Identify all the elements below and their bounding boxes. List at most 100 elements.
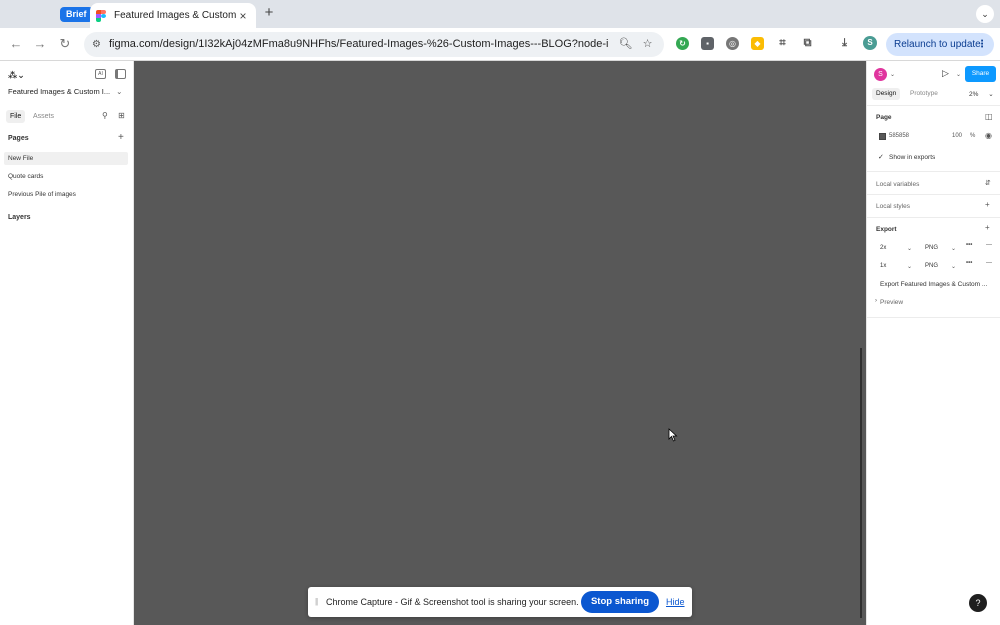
chevron-down-icon[interactable]: ⌄: [956, 71, 961, 78]
close-tab-icon[interactable]: ×: [236, 9, 250, 23]
forward-arrow-icon[interactable]: →: [32, 36, 48, 52]
divider: [867, 105, 1000, 106]
back-arrow-icon[interactable]: ←: [8, 36, 24, 52]
relaunch-label: Relaunch to update: [894, 39, 981, 50]
bookmark-star-icon[interactable]: ☆: [640, 37, 655, 52]
tab-title: Featured Images & Custom Im: [114, 10, 236, 21]
site-settings-icon[interactable]: ⚙: [90, 38, 103, 51]
chevron-down-icon[interactable]: ⌄: [890, 71, 895, 78]
divider: [867, 217, 1000, 218]
divider: [867, 194, 1000, 195]
url-text[interactable]: figma.com/design/1I32kAj04zMFma8u9NHFhs/…: [109, 38, 609, 50]
tab-search-chevron-icon[interactable]: ⌄: [976, 5, 994, 23]
user-avatar[interactable]: S: [874, 68, 887, 81]
file-name[interactable]: Featured Images & Custom I... ⌄: [8, 87, 122, 96]
divider: [867, 317, 1000, 318]
browser-tabstrip: Brief Featured Images & Custom Im × + ⌄: [0, 0, 1000, 28]
zoom-magnifier-icon[interactable]: 🔍︎: [618, 37, 633, 52]
drag-handle-icon[interactable]: ||: [315, 597, 318, 606]
figma-main-menu-icon[interactable]: ⁂⌄: [8, 70, 25, 81]
remove-export-icon[interactable]: —: [986, 260, 992, 266]
extensions-puzzle-icon[interactable]: ⧉: [801, 37, 814, 50]
tab-group-label[interactable]: Brief: [60, 7, 93, 22]
more-menu-icon[interactable]: ⋮: [977, 33, 987, 56]
chevron-down-icon[interactable]: ⌄: [951, 245, 956, 252]
zoom-level[interactable]: 2% ⌄: [969, 90, 994, 98]
hide-link[interactable]: Hide: [666, 597, 685, 607]
zoom-level-text: 2%: [969, 91, 979, 98]
extension-yellow-icon[interactable]: ◆: [751, 37, 764, 50]
variables-icon[interactable]: ⇵: [985, 179, 991, 187]
tab-design[interactable]: Design: [872, 88, 901, 100]
chevron-down-icon[interactable]: ⌄: [951, 263, 956, 270]
page-section-label: Page: [876, 114, 892, 121]
export-button[interactable]: Export Featured Images & Custom ...: [880, 281, 987, 288]
page-color-hex[interactable]: 585858: [889, 133, 909, 139]
chevron-down-icon[interactable]: ⌄: [907, 263, 912, 270]
dev-mode-icon[interactable]: AI: [95, 69, 106, 79]
local-variables-label[interactable]: Local variables: [876, 181, 919, 188]
layers-panel: ⁂⌄ AI Featured Images & Custom I... ⌄ Fil…: [0, 61, 134, 625]
extension-green-icon[interactable]: ↻: [676, 37, 689, 50]
show-in-exports-label[interactable]: Show in exports: [889, 154, 935, 161]
page-item-quote-cards[interactable]: Quote cards: [4, 170, 128, 183]
tab-assets[interactable]: Assets: [29, 110, 58, 123]
local-styles-label[interactable]: Local styles: [876, 203, 910, 210]
browser-toolbar: ← → ↻ ⚙ figma.com/design/1I32kAj04zMFma8…: [0, 28, 1000, 61]
reload-icon[interactable]: ↻: [57, 36, 73, 52]
share-button[interactable]: Share: [965, 66, 996, 82]
download-icon[interactable]: ⤓: [838, 37, 851, 50]
design-canvas[interactable]: [134, 61, 866, 625]
chevron-right-icon[interactable]: ›: [875, 298, 877, 304]
present-play-icon[interactable]: ▷: [942, 68, 949, 79]
page-color-swatch[interactable]: [879, 133, 886, 140]
preview-toggle[interactable]: Preview: [880, 299, 903, 306]
address-bar[interactable]: ⚙ figma.com/design/1I32kAj04zMFma8u9NHFh…: [84, 32, 664, 57]
screen-share-notification: || Chrome Capture - Gif & Screenshot too…: [308, 587, 692, 617]
sidebar-toggle-icon[interactable]: [115, 69, 126, 79]
export-section-label: Export: [876, 226, 897, 233]
export-scale-select[interactable]: 1x: [880, 261, 886, 272]
left-panel-tabs: File Assets ⚲ ⊞: [6, 110, 128, 123]
mouse-cursor-icon: [668, 428, 678, 442]
export-format-select[interactable]: PNG: [925, 261, 938, 272]
properties-panel: S ⌄ ▷ ⌄ Share Design Prototype 2% ⌄ Page…: [866, 61, 1000, 625]
extension-crop-icon[interactable]: ⌗: [776, 37, 789, 50]
page-item-previous-pile[interactable]: Previous Pile of images: [4, 188, 128, 201]
eye-icon[interactable]: ◉: [985, 131, 992, 140]
add-page-icon[interactable]: +: [118, 132, 124, 143]
remove-export-icon[interactable]: —: [986, 242, 992, 248]
add-style-icon[interactable]: +: [985, 200, 990, 209]
extension-circle-icon[interactable]: ◎: [726, 37, 739, 50]
checkmark-icon[interactable]: ✓: [878, 153, 884, 161]
export-scale-select[interactable]: 2x: [880, 243, 886, 254]
chevron-down-icon: ⌄: [988, 91, 994, 98]
page-visibility-toggle-icon[interactable]: ◫: [985, 112, 993, 121]
add-export-icon[interactable]: +: [985, 223, 990, 232]
export-settings-icon[interactable]: •••: [966, 260, 972, 266]
tab-prototype[interactable]: Prototype: [906, 88, 942, 100]
tab-file[interactable]: File: [6, 110, 26, 123]
relaunch-button[interactable]: Relaunch to update ⋮: [886, 33, 994, 56]
library-icon[interactable]: ⊞: [118, 111, 125, 120]
stop-sharing-button[interactable]: Stop sharing: [581, 591, 659, 613]
help-icon[interactable]: ?: [969, 594, 987, 612]
page-item-new-file[interactable]: New File: [4, 152, 128, 165]
divider: [867, 171, 1000, 172]
figma-favicon-icon: [96, 9, 106, 22]
new-tab-icon[interactable]: +: [262, 5, 276, 21]
file-name-text: Featured Images & Custom I...: [8, 87, 111, 96]
percent-sign: %: [970, 133, 976, 139]
search-icon[interactable]: ⚲: [102, 111, 108, 120]
chevron-down-icon[interactable]: ⌄: [907, 245, 912, 252]
browser-tab-active[interactable]: Featured Images & Custom Im ×: [90, 3, 256, 28]
export-settings-icon[interactable]: •••: [966, 242, 972, 248]
page-opacity-value[interactable]: 100: [952, 133, 962, 139]
profile-avatar[interactable]: S: [863, 36, 877, 50]
export-format-select[interactable]: PNG: [925, 243, 938, 254]
pages-header: Pages: [8, 135, 29, 142]
canvas-scrollbar[interactable]: [860, 348, 862, 618]
share-notification-text: Chrome Capture - Gif & Screenshot tool i…: [326, 597, 579, 607]
chevron-down-icon: ⌄: [116, 87, 123, 96]
extension-square-icon[interactable]: ▪: [701, 37, 714, 50]
